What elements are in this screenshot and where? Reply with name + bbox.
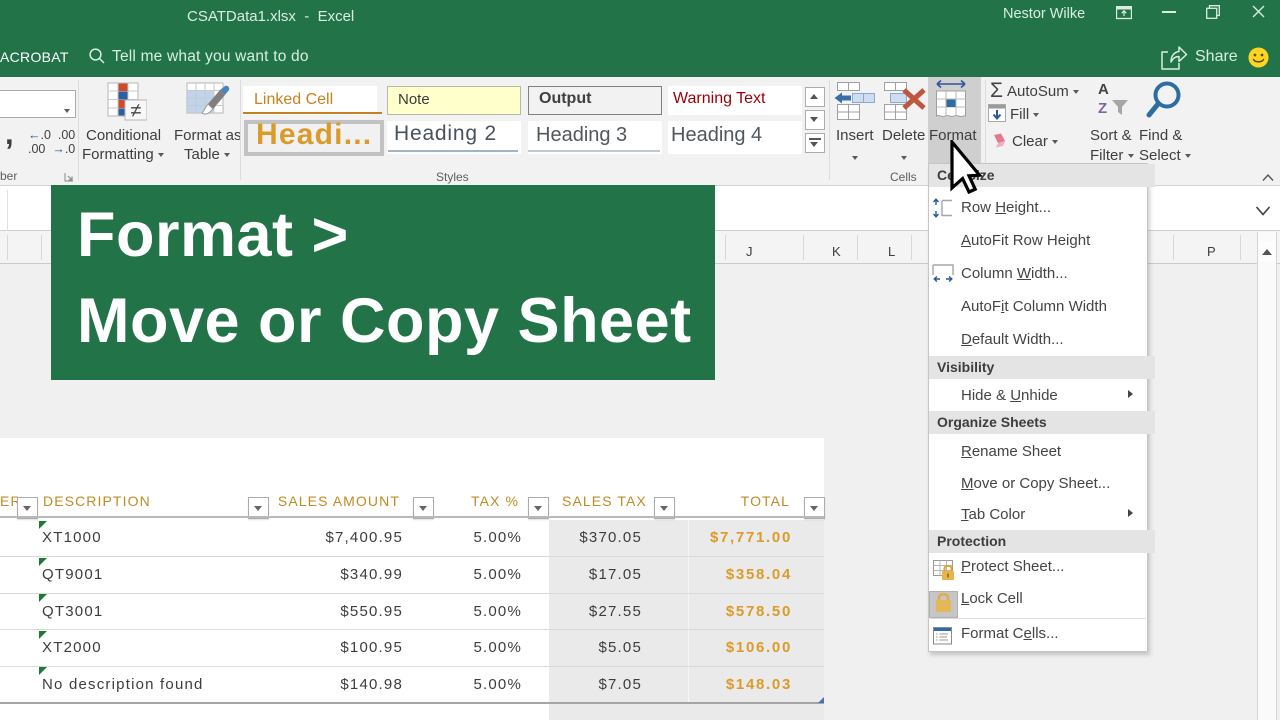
- svg-text:≠: ≠: [131, 100, 142, 122]
- svg-text:A: A: [1098, 81, 1109, 98]
- svg-text:Z: Z: [1098, 100, 1107, 117]
